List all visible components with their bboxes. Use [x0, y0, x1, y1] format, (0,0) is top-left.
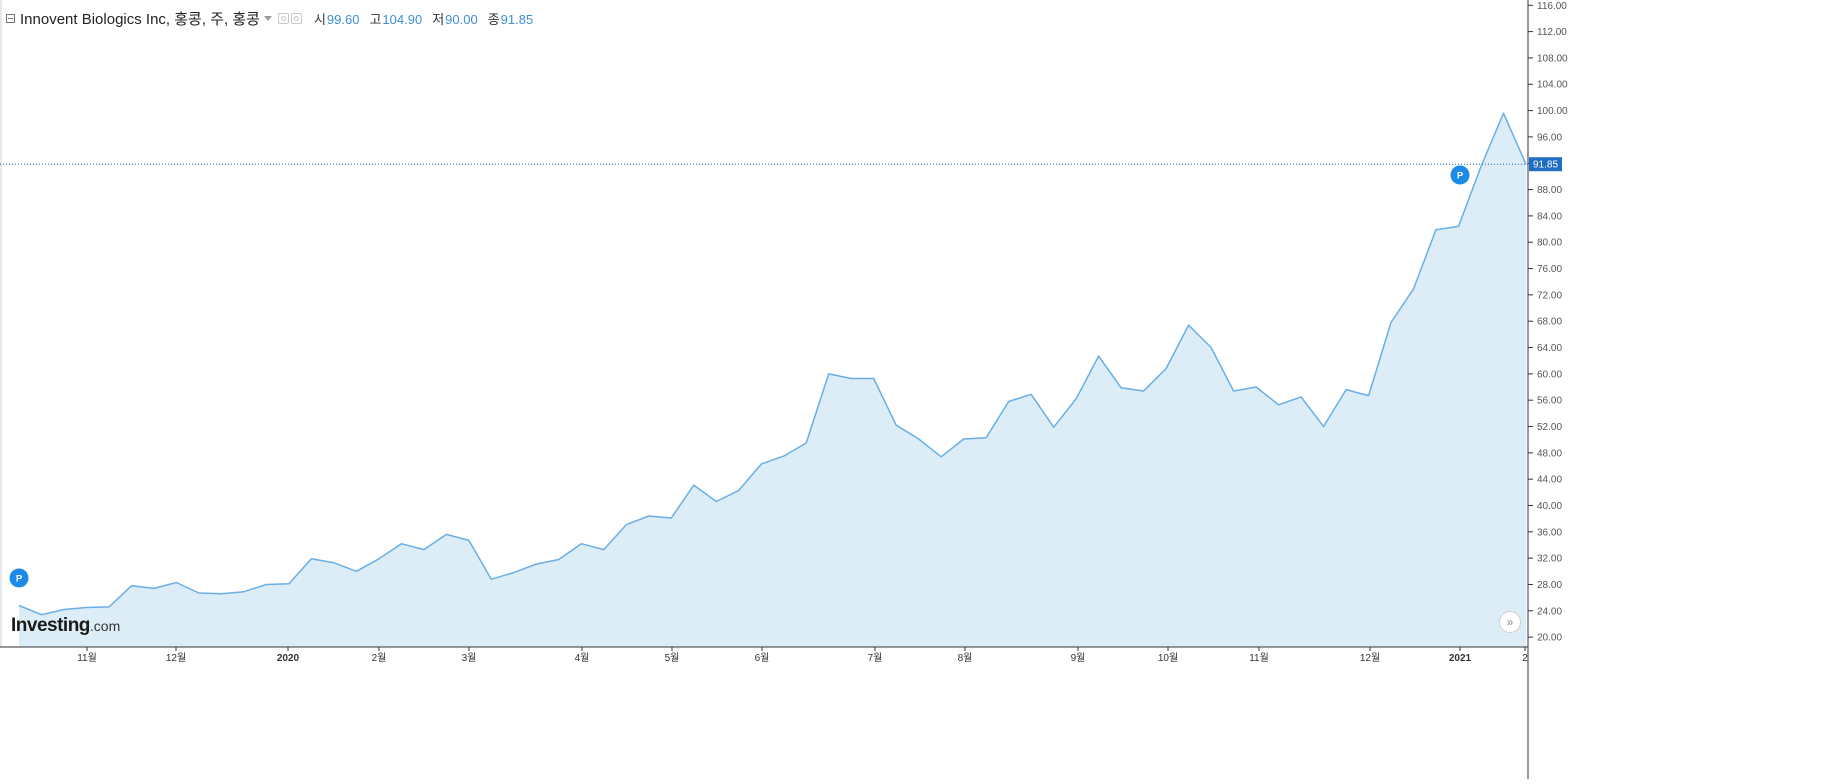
x-tick-label: 11월 [1249, 652, 1269, 664]
y-tick-label: 104.00 [1537, 80, 1568, 91]
scroll-to-realtime-button[interactable]: » [1499, 611, 1521, 633]
x-tick-label: 9월 [1071, 652, 1086, 664]
event-marker-label: P [16, 574, 23, 585]
y-tick-label: 108.00 [1537, 53, 1568, 64]
chart-legend: Innovent Biologics Inc, 홍콩, 주, 홍콩 시99.60… [6, 8, 533, 29]
open-label: 시 [313, 12, 326, 27]
x-tick-label: 12월 [166, 652, 186, 664]
x-tick-label: 11월 [77, 652, 97, 664]
x-tick-label: 5월 [665, 652, 680, 664]
close-value: 91.85 [500, 12, 534, 27]
y-tick-label: 56.00 [1537, 396, 1562, 407]
close-label: 종 [487, 12, 500, 27]
close-readout: 종91.85 [488, 9, 534, 28]
y-tick-label: 80.00 [1537, 238, 1562, 249]
chart: 116.00112.00108.00104.00100.0096.0092.00… [0, 0, 1844, 779]
x-tick-label: 2 [1522, 653, 1528, 664]
x-tick-label: 2020 [277, 653, 300, 664]
y-tick-label: 28.00 [1537, 580, 1562, 591]
x-tick-label: 12월 [1360, 652, 1380, 664]
x-tick-label: 2021 [1449, 653, 1472, 664]
y-tick-label: 48.00 [1537, 448, 1562, 459]
x-tick-label: 7월 [868, 652, 883, 664]
high-label: 고 [369, 12, 382, 27]
y-tick-label: 96.00 [1537, 132, 1562, 143]
settings-icon[interactable] [290, 13, 302, 24]
x-tick-label: 6월 [755, 652, 770, 664]
double-chevron-right-icon: » [1506, 615, 1514, 629]
y-tick-label: 64.00 [1537, 343, 1562, 354]
y-tick-label: 112.00 [1537, 27, 1567, 38]
y-tick-label: 76.00 [1537, 264, 1562, 275]
y-tick-label: 24.00 [1537, 606, 1562, 617]
y-tick-label: 36.00 [1537, 527, 1562, 538]
x-tick-label: 8월 [958, 652, 973, 664]
y-tick-label: 44.00 [1537, 475, 1562, 486]
y-tick-label: 116.00 [1537, 1, 1567, 12]
x-tick-label: 3월 [462, 652, 477, 664]
logo-name: Investing [11, 615, 90, 636]
chevron-down-icon[interactable] [263, 16, 272, 21]
y-tick-label: 72.00 [1537, 290, 1562, 301]
y-tick-label: 40.00 [1537, 501, 1562, 512]
instrument-title[interactable]: Innovent Biologics Inc, 홍콩, 주, 홍콩 [20, 8, 260, 29]
low-label: 저 [432, 12, 445, 27]
low-readout: 저90.00 [432, 9, 478, 28]
x-tick-label: 4월 [575, 652, 590, 664]
open-value: 99.60 [326, 12, 360, 27]
series-area [19, 113, 1526, 647]
current-price-label: 91.85 [1533, 160, 1558, 171]
y-tick-label: 68.00 [1537, 317, 1562, 328]
y-tick-label: 84.00 [1537, 211, 1562, 222]
eye-icon[interactable] [277, 13, 289, 24]
x-tick-label: 2월 [372, 652, 387, 664]
y-tick-label: 88.00 [1537, 185, 1562, 196]
y-tick-label: 60.00 [1537, 369, 1562, 380]
high-readout: 고104.90 [369, 9, 422, 28]
y-tick-label: 20.00 [1537, 633, 1562, 644]
logo-suffix: .com [89, 618, 121, 634]
low-value: 90.00 [445, 12, 478, 27]
x-tick-label: 10월 [1158, 652, 1178, 664]
y-tick-label: 32.00 [1537, 554, 1562, 565]
y-tick-label: 52.00 [1537, 422, 1562, 433]
investing-logo: Investing.com [11, 615, 120, 637]
open-readout: 시99.60 [314, 9, 360, 28]
y-tick-label: 100.00 [1537, 106, 1568, 117]
chart-svg: 116.00112.00108.00104.00100.0096.0092.00… [0, 0, 1568, 779]
collapse-icon[interactable] [6, 14, 15, 23]
event-marker-label: P [1457, 171, 1464, 182]
high-value: 104.90 [382, 12, 423, 27]
